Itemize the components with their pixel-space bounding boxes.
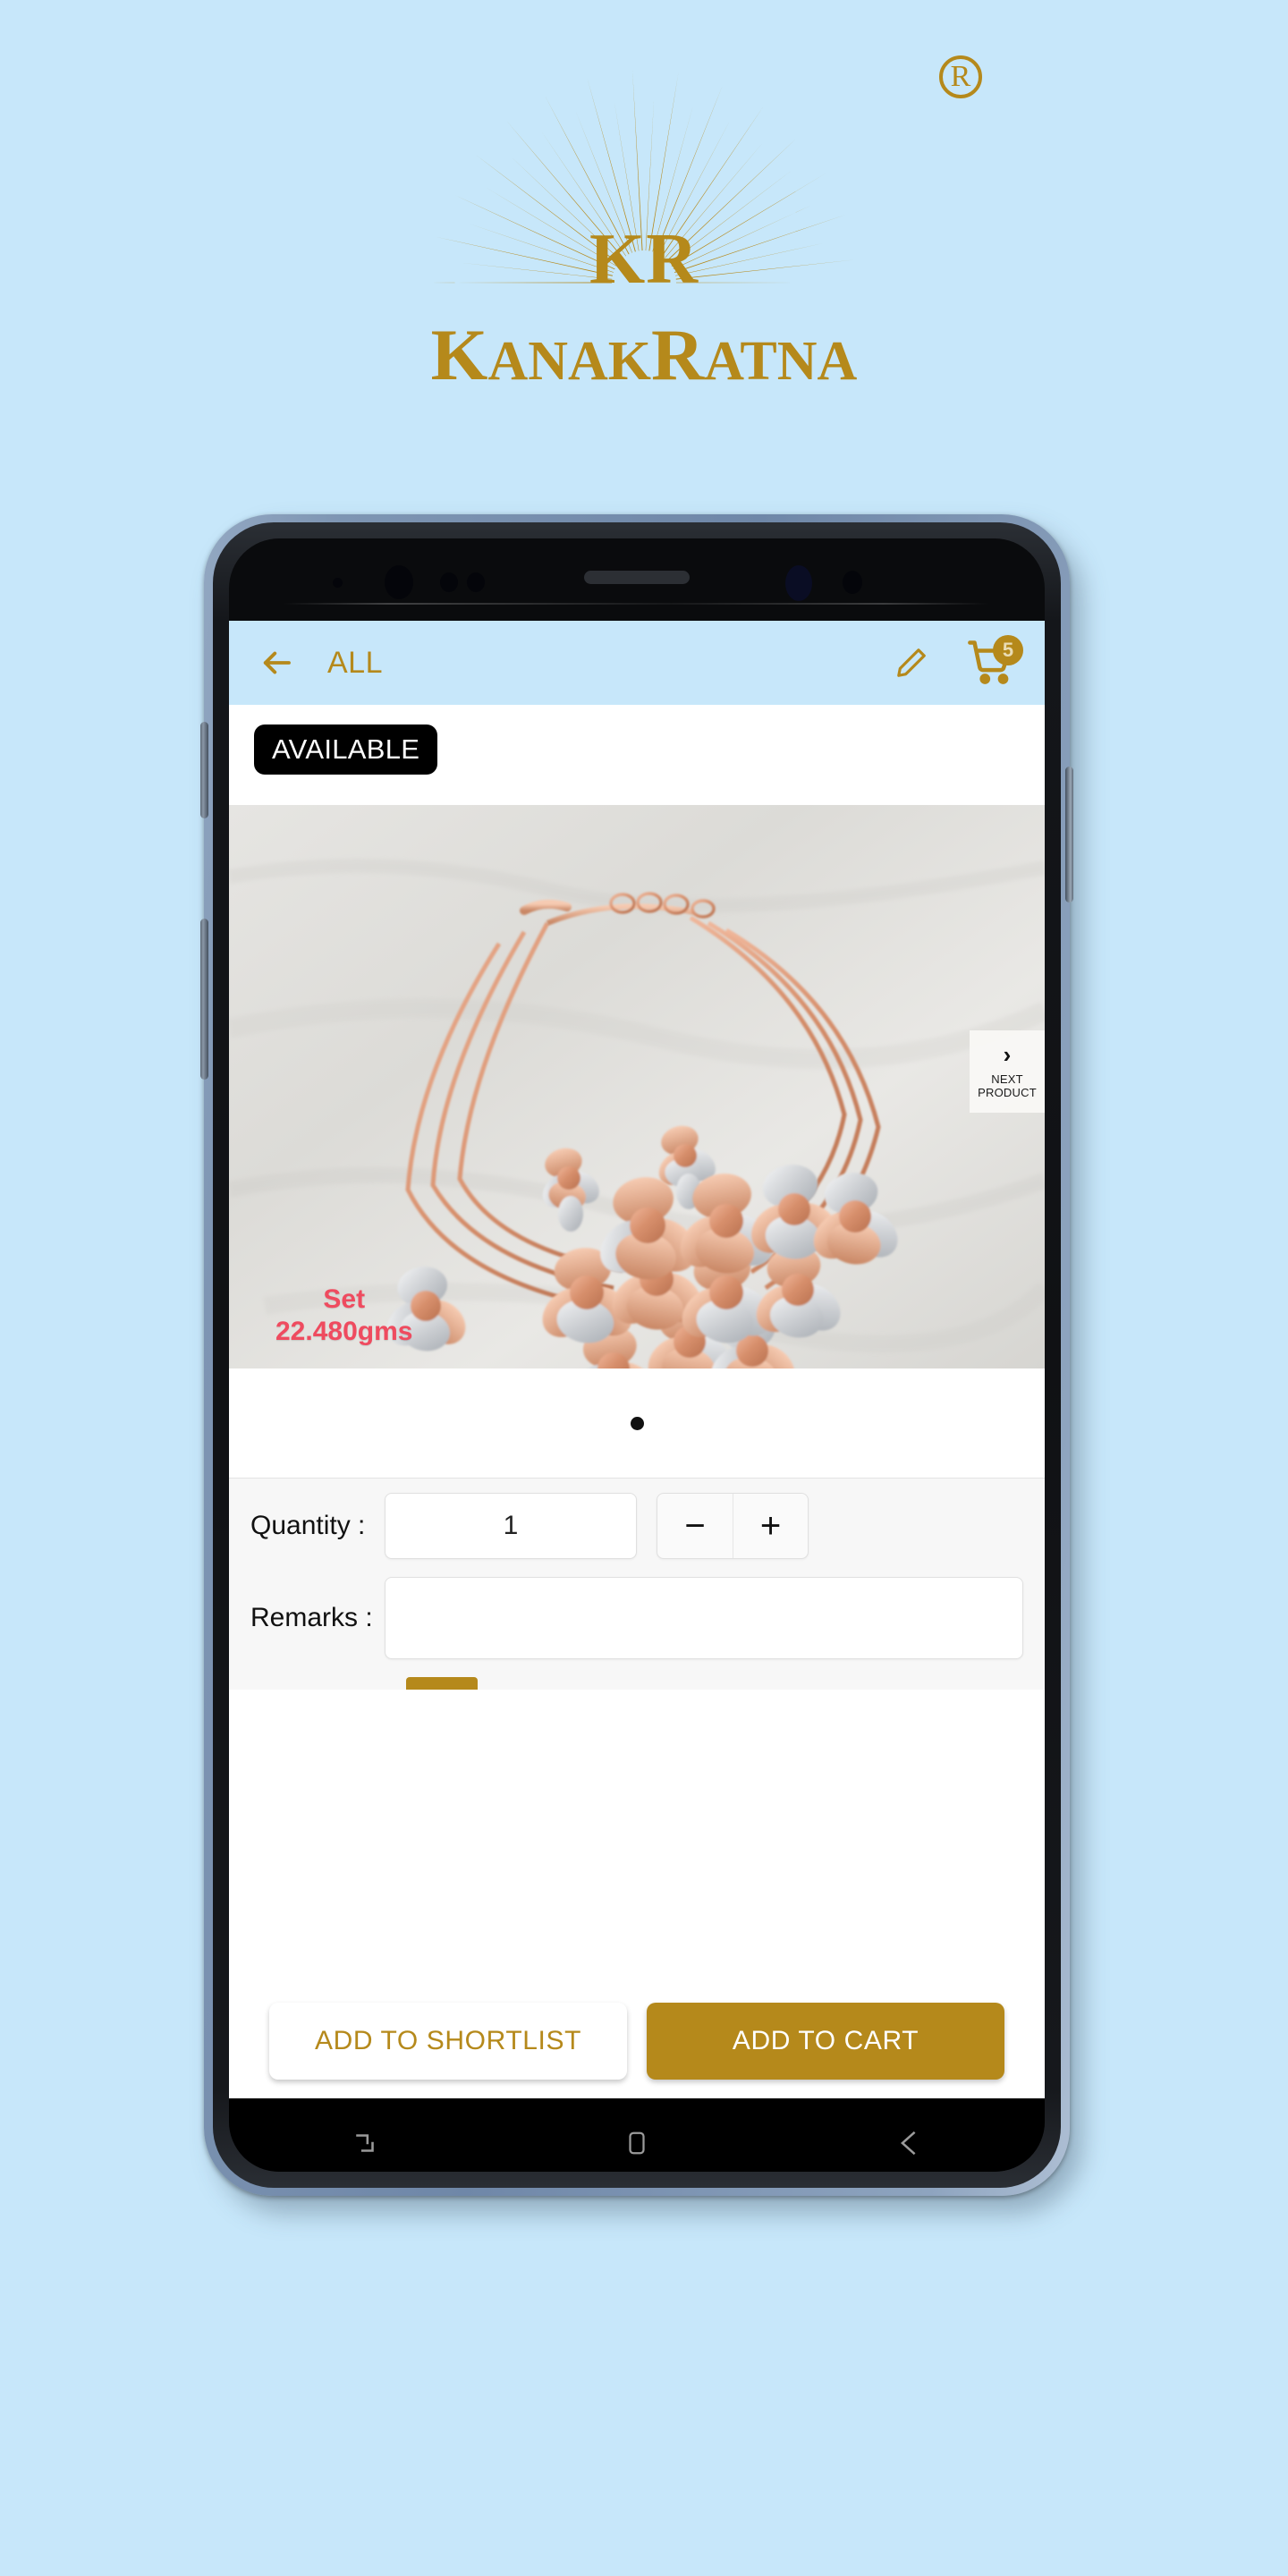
- power-button[interactable]: [1065, 767, 1073, 902]
- app-screenshot: KR KANAKRATNA R ALL 5 AVAILABLE Set 22.4…: [0, 0, 1288, 2576]
- recents-icon[interactable]: [345, 2123, 385, 2163]
- scroll-affordance-tab: [406, 1677, 478, 1690]
- add-to-shortlist-button[interactable]: ADD TO SHORTLIST: [269, 2003, 627, 2080]
- back-icon[interactable]: [889, 2123, 928, 2163]
- volume-up-button[interactable]: [200, 722, 208, 818]
- product-weight-overlay: Set 22.480gms: [275, 1284, 412, 1349]
- sensor-dot: [333, 578, 343, 588]
- page-title: ALL: [327, 645, 383, 680]
- quantity-decrement-button[interactable]: −: [657, 1494, 733, 1558]
- next-product-line2: PRODUCT: [978, 1086, 1037, 1099]
- android-nav-bar: [229, 2098, 1045, 2172]
- earpiece-speaker: [584, 571, 690, 584]
- quantity-label: Quantity :: [250, 1511, 366, 1540]
- phone-screen: ALL 5 AVAILABLE Set 22.480gms › NEXT PRO…: [229, 621, 1045, 2098]
- remarks-row: Remarks :: [250, 1577, 1023, 1659]
- iris-scanner-icon: [785, 565, 812, 601]
- status-badge: AVAILABLE: [254, 724, 438, 775]
- product-weight-text: 22.480gms: [275, 1317, 413, 1347]
- monogram-text: KR: [589, 220, 699, 299]
- brand-name-k: K: [430, 314, 488, 395]
- quantity-row: Quantity : 1 − +: [250, 1493, 1023, 1559]
- brand-name-r: R: [651, 314, 705, 395]
- cart-button[interactable]: 5: [966, 635, 1023, 687]
- brand-name-anak: ANAK: [487, 331, 652, 392]
- next-product-label: NEXT PRODUCT: [978, 1072, 1037, 1100]
- brand-name-atna: ATNA: [704, 331, 858, 392]
- app-bar: ALL 5: [229, 621, 1045, 705]
- pager-dot[interactable]: [630, 1416, 644, 1430]
- home-icon[interactable]: [617, 2123, 657, 2163]
- cart-count-badge: 5: [993, 635, 1023, 665]
- edit-button[interactable]: [887, 639, 936, 687]
- remarks-input[interactable]: [385, 1577, 1023, 1659]
- bezel-hairline: [283, 603, 989, 605]
- image-pager[interactable]: [229, 1368, 1045, 1478]
- next-product-line1: NEXT: [991, 1072, 1023, 1087]
- next-product-button[interactable]: › NEXT PRODUCT: [970, 1030, 1045, 1113]
- phone-inner-frame: ALL 5 AVAILABLE Set 22.480gms › NEXT PRO…: [213, 522, 1061, 2188]
- front-camera-icon: [385, 565, 413, 599]
- quantity-increment-button[interactable]: +: [733, 1494, 808, 1558]
- led-indicator-icon: [843, 571, 862, 594]
- add-to-cart-button[interactable]: ADD TO CART: [647, 2003, 1004, 2080]
- quantity-input[interactable]: 1: [385, 1493, 637, 1559]
- phone-frame: ALL 5 AVAILABLE Set 22.480gms › NEXT PRO…: [200, 514, 1073, 2196]
- registered-mark-text: R: [950, 60, 971, 93]
- quantity-stepper: − +: [657, 1493, 809, 1559]
- registered-trademark-icon: R: [939, 55, 982, 98]
- phone-bezel: ALL 5 AVAILABLE Set 22.480gms › NEXT PRO…: [229, 538, 1045, 2172]
- product-image[interactable]: Set 22.480gms › NEXT PRODUCT: [229, 805, 1045, 1368]
- product-type-text: Set: [323, 1284, 366, 1314]
- phone-sensors: [229, 538, 1045, 621]
- volume-down-button[interactable]: [200, 919, 208, 1080]
- action-bar: ADD TO SHORTLIST ADD TO CART: [229, 1984, 1045, 2098]
- product-options-form: Quantity : 1 − + Remarks :: [229, 1478, 1045, 1690]
- proximity-sensor-icon: [440, 572, 458, 592]
- light-sensor-icon: [467, 572, 485, 592]
- availability-strip: AVAILABLE: [229, 705, 1045, 805]
- brand-name: KANAKRATNA: [431, 318, 858, 392]
- monogram: KR: [589, 224, 699, 295]
- phone-mockup: ALL 5 AVAILABLE Set 22.480gms › NEXT PRO…: [200, 514, 1095, 2214]
- chevron-right-icon: ›: [1003, 1041, 1012, 1069]
- remarks-label: Remarks :: [250, 1603, 373, 1632]
- brand-logo: KR KANAKRATNA R: [0, 18, 1288, 447]
- back-button[interactable]: [252, 639, 301, 687]
